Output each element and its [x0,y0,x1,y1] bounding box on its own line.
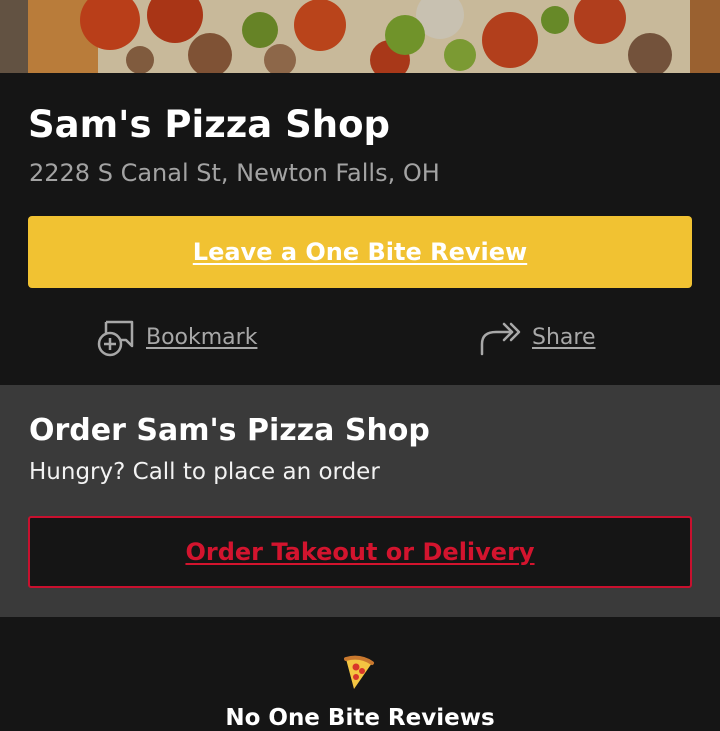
shop-header: Sam's Pizza Shop 2228 S Canal St, Newton… [0,73,720,385]
bookmark-button[interactable]: Bookmark [96,315,257,359]
hero-pizza-photo [0,0,720,73]
reviews-section: No One Bite Reviews [0,617,720,731]
bookmark-add-icon [96,316,138,358]
bookmark-label: Bookmark [146,324,258,350]
share-button[interactable]: Share [478,315,596,359]
share-arrow-icon [478,316,524,358]
order-title: Order Sam's Pizza Shop [29,413,430,448]
order-section: Order Sam's Pizza Shop Hungry? Call to p… [0,385,720,617]
share-label: Share [532,324,596,350]
no-reviews-label: No One Bite Reviews [225,705,495,731]
pizza-photo-image [0,0,720,73]
leave-review-button[interactable]: Leave a One Bite Review [28,216,692,288]
shop-address: 2228 S Canal St, Newton Falls, OH [29,159,440,187]
pizza-slice-icon [340,655,376,691]
order-subtitle: Hungry? Call to place an order [29,459,380,485]
shop-name: Sam's Pizza Shop [28,103,391,146]
order-takeout-delivery-button[interactable]: Order Takeout or Delivery [28,516,692,588]
